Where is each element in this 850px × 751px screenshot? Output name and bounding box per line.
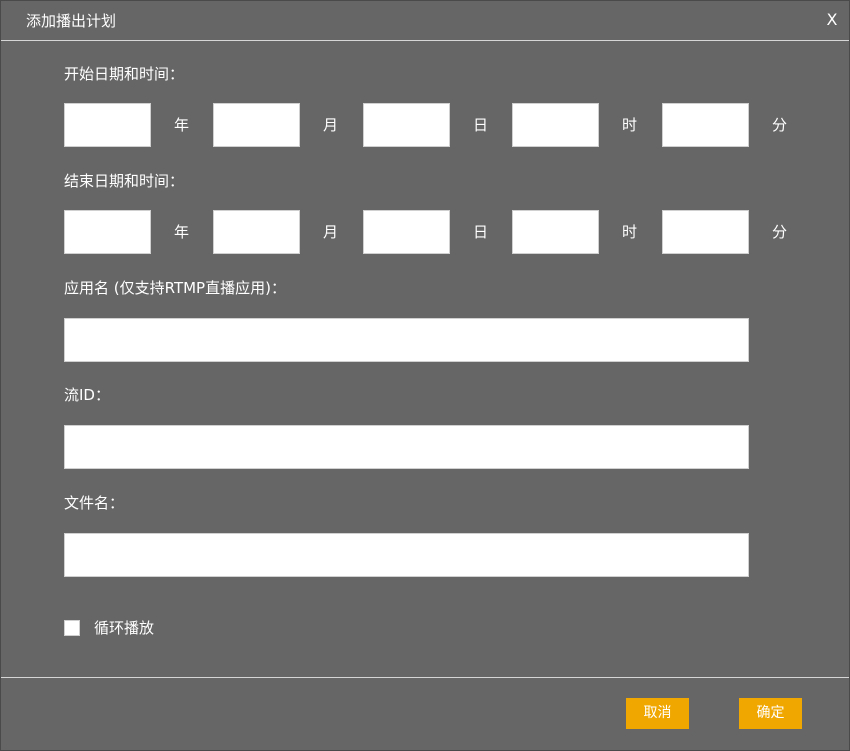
stream-id-input[interactable]: [64, 425, 749, 469]
loop-playback-option[interactable]: 循环播放: [64, 618, 154, 638]
start-minute-unit: 分: [772, 116, 788, 134]
end-minute-unit: 分: [772, 223, 788, 241]
start-year-input[interactable]: [64, 103, 151, 147]
end-year-input[interactable]: [64, 210, 151, 254]
dialog-titlebar: 添加播出计划 X: [1, 1, 849, 41]
file-name-label: 文件名：: [64, 494, 125, 512]
start-year-unit: 年: [174, 116, 190, 134]
end-year-unit: 年: [174, 223, 190, 241]
start-day-input[interactable]: [363, 103, 450, 147]
end-day-unit: 日: [473, 223, 489, 241]
add-broadcast-plan-dialog: 添加播出计划 X 开始日期和时间： 年 月 日 时 分 结束日期和时间： 年 月…: [0, 0, 850, 751]
start-month-input[interactable]: [213, 103, 300, 147]
start-hour-input[interactable]: [512, 103, 599, 147]
confirm-button[interactable]: 确定: [739, 698, 802, 729]
end-month-input[interactable]: [213, 210, 300, 254]
app-name-label: 应用名 (仅支持RTMP直播应用)：: [64, 279, 286, 297]
dialog-title: 添加播出计划: [26, 12, 117, 30]
start-hour-unit: 时: [622, 116, 638, 134]
footer-divider: [1, 677, 849, 678]
loop-playback-checkbox[interactable]: [64, 620, 80, 636]
file-name-input[interactable]: [64, 533, 749, 577]
app-name-input[interactable]: [64, 318, 749, 362]
loop-playback-label: 循环播放: [94, 619, 155, 637]
end-hour-input[interactable]: [512, 210, 599, 254]
close-icon[interactable]: X: [824, 10, 840, 30]
end-datetime-label: 结束日期和时间：: [64, 172, 185, 190]
start-datetime-label: 开始日期和时间：: [64, 65, 185, 83]
end-hour-unit: 时: [622, 223, 638, 241]
start-day-unit: 日: [473, 116, 489, 134]
cancel-button[interactable]: 取消: [626, 698, 689, 729]
end-month-unit: 月: [323, 223, 339, 241]
end-day-input[interactable]: [363, 210, 450, 254]
start-month-unit: 月: [323, 116, 339, 134]
end-minute-input[interactable]: [662, 210, 749, 254]
start-minute-input[interactable]: [662, 103, 749, 147]
stream-id-label: 流ID：: [64, 386, 110, 404]
